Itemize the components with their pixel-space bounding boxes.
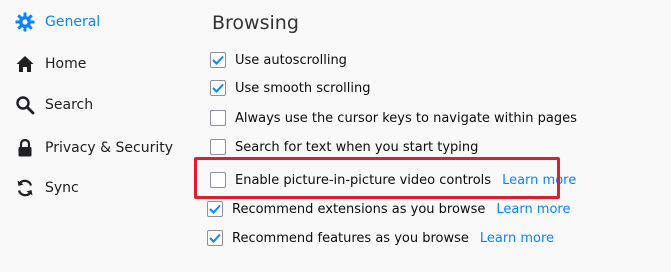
option-picture-in-picture[interactable]: Enable picture-in-picture video controls…: [210, 169, 576, 191]
picture-in-picture-checkbox[interactable]: [210, 172, 226, 188]
recommend-features-checkbox[interactable]: [207, 230, 223, 246]
option-label: Search for text when you start typing: [235, 139, 479, 155]
option-recommend-extensions[interactable]: Recommend extensions as you browse Learn…: [207, 198, 570, 220]
sidebar-item-home[interactable]: Home: [14, 51, 86, 77]
learn-more-link[interactable]: Learn more: [502, 173, 576, 188]
smooth-scrolling-checkbox[interactable]: [210, 80, 226, 96]
search-icon: [14, 94, 36, 116]
option-smooth-scrolling[interactable]: Use smooth scrolling: [210, 77, 371, 99]
gear-icon: [14, 11, 36, 33]
option-label: Always use the cursor keys to navigate w…: [235, 110, 577, 126]
option-autoscrolling[interactable]: Use autoscrolling: [210, 49, 347, 71]
checkmark-icon: [212, 55, 224, 65]
sidebar-item-sync[interactable]: Sync: [14, 175, 79, 201]
sidebar-item-label: Privacy & Security: [45, 140, 173, 156]
sidebar-item-general[interactable]: General: [14, 9, 100, 35]
option-label: Use smooth scrolling: [235, 80, 371, 96]
autoscrolling-checkbox[interactable]: [210, 52, 226, 68]
checkmark-icon: [209, 204, 221, 214]
sidebar-item-label: Search: [45, 97, 94, 113]
preferences-window: General Home Search Privacy & Security S…: [0, 0, 671, 272]
sidebar-item-label: Home: [45, 56, 87, 72]
learn-more-link[interactable]: Learn more: [496, 202, 570, 217]
option-recommend-features[interactable]: Recommend features as you browse Learn m…: [207, 227, 554, 249]
sidebar-item-label: Sync: [45, 180, 79, 196]
cursor-keys-checkbox[interactable]: [210, 110, 226, 126]
option-label: Recommend extensions as you browse: [232, 201, 486, 217]
search-when-typing-checkbox[interactable]: [210, 139, 226, 155]
sidebar-item-label: General: [45, 14, 101, 30]
option-search-when-typing[interactable]: Search for text when you start typing: [210, 136, 478, 158]
option-label: Enable picture-in-picture video controls: [235, 172, 492, 188]
sidebar-item-search[interactable]: Search: [14, 92, 93, 118]
sync-icon: [14, 177, 36, 199]
home-icon: [14, 53, 36, 75]
learn-more-link[interactable]: Learn more: [480, 231, 554, 246]
checkmark-icon: [209, 233, 221, 243]
option-label: Recommend features as you browse: [232, 230, 469, 246]
option-cursor-keys[interactable]: Always use the cursor keys to navigate w…: [210, 107, 577, 129]
option-label: Use autoscrolling: [235, 52, 347, 68]
lock-icon: [14, 137, 36, 159]
checkmark-icon: [212, 83, 224, 93]
sidebar-item-privacy-security[interactable]: Privacy & Security: [14, 135, 173, 161]
section-title-browsing: Browsing: [212, 12, 299, 34]
recommend-extensions-checkbox[interactable]: [207, 201, 223, 217]
